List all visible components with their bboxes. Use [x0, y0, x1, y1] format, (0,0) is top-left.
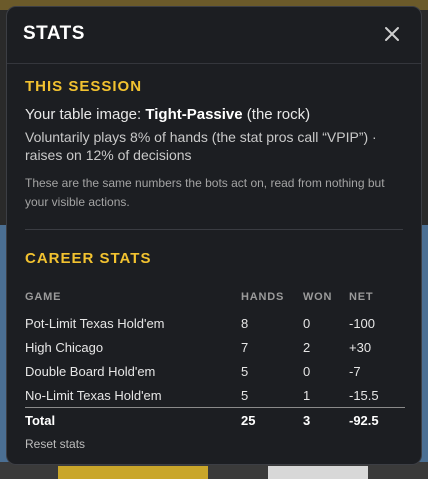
table-image-type: Tight-Passive: [145, 106, 243, 123]
close-button[interactable]: [381, 23, 403, 45]
reset-stats-link[interactable]: Reset stats: [25, 437, 85, 451]
table-row: Pot-Limit Texas Hold'em 8 0 -100: [25, 311, 405, 335]
backdrop-chip-yellow: [58, 466, 208, 479]
close-icon: [385, 27, 399, 41]
cell-hands: 5: [241, 363, 249, 379]
table-image-suffix: (the rock): [242, 106, 311, 123]
stats-note: These are the same numbers the bots act …: [25, 176, 385, 209]
career-heading: CAREER STATS: [25, 250, 152, 267]
cell-won: 0: [303, 363, 311, 379]
cell-hands: 5: [241, 387, 249, 403]
cell-won: 2: [303, 339, 311, 355]
cell-net: -7: [349, 363, 361, 379]
cell-game: No-Limit Texas Hold'em: [25, 387, 162, 403]
table-header-row: GAME HANDS WON NET: [25, 287, 405, 311]
column-header-won: WON: [303, 291, 333, 303]
cell-hands: 8: [241, 315, 249, 331]
vpip-stat-line: Voluntarily plays 8% of hands (the stat …: [25, 129, 377, 163]
backdrop-chip-white: [268, 466, 368, 479]
cell-won: 1: [303, 387, 311, 403]
cell-net: +30: [349, 339, 372, 355]
cell-game: Double Board Hold'em: [25, 363, 156, 379]
table-row: No-Limit Texas Hold'em 5 1 -15.5: [25, 383, 405, 408]
table-row: Double Board Hold'em 5 0 -7: [25, 359, 405, 383]
total-net: -92.5: [349, 407, 405, 432]
cell-net: -100: [349, 315, 376, 331]
modal-title: STATS: [23, 23, 85, 44]
career-stats-table: GAME HANDS WON NET Pot-Limit Texas Hold'…: [25, 287, 405, 432]
total-hands: 25: [241, 407, 303, 432]
cell-hands: 7: [241, 339, 249, 355]
total-won: 3: [303, 407, 349, 432]
total-label: Total: [25, 407, 241, 432]
column-header-hands: HANDS: [241, 291, 285, 303]
cell-game: High Chicago: [25, 339, 104, 355]
modal-header: STATS: [7, 7, 421, 64]
table-image-line: Your table image: Tight-Passive (the roc…: [25, 106, 310, 123]
session-heading: THIS SESSION: [25, 78, 143, 95]
table-row: High Chicago 7 2 +30: [25, 335, 405, 359]
table-image-prefix: Your table image:: [25, 106, 146, 123]
section-divider: [25, 229, 403, 230]
stats-modal: STATS THIS SESSION Your table image: Tig…: [6, 6, 422, 465]
column-header-net: NET: [349, 291, 374, 303]
total-row: Total 25 3 -92.5: [25, 407, 405, 432]
cell-won: 0: [303, 315, 311, 331]
cell-net: -15.5: [349, 387, 379, 403]
cell-game: Pot-Limit Texas Hold'em: [25, 315, 165, 331]
column-header-game: GAME: [25, 291, 62, 303]
